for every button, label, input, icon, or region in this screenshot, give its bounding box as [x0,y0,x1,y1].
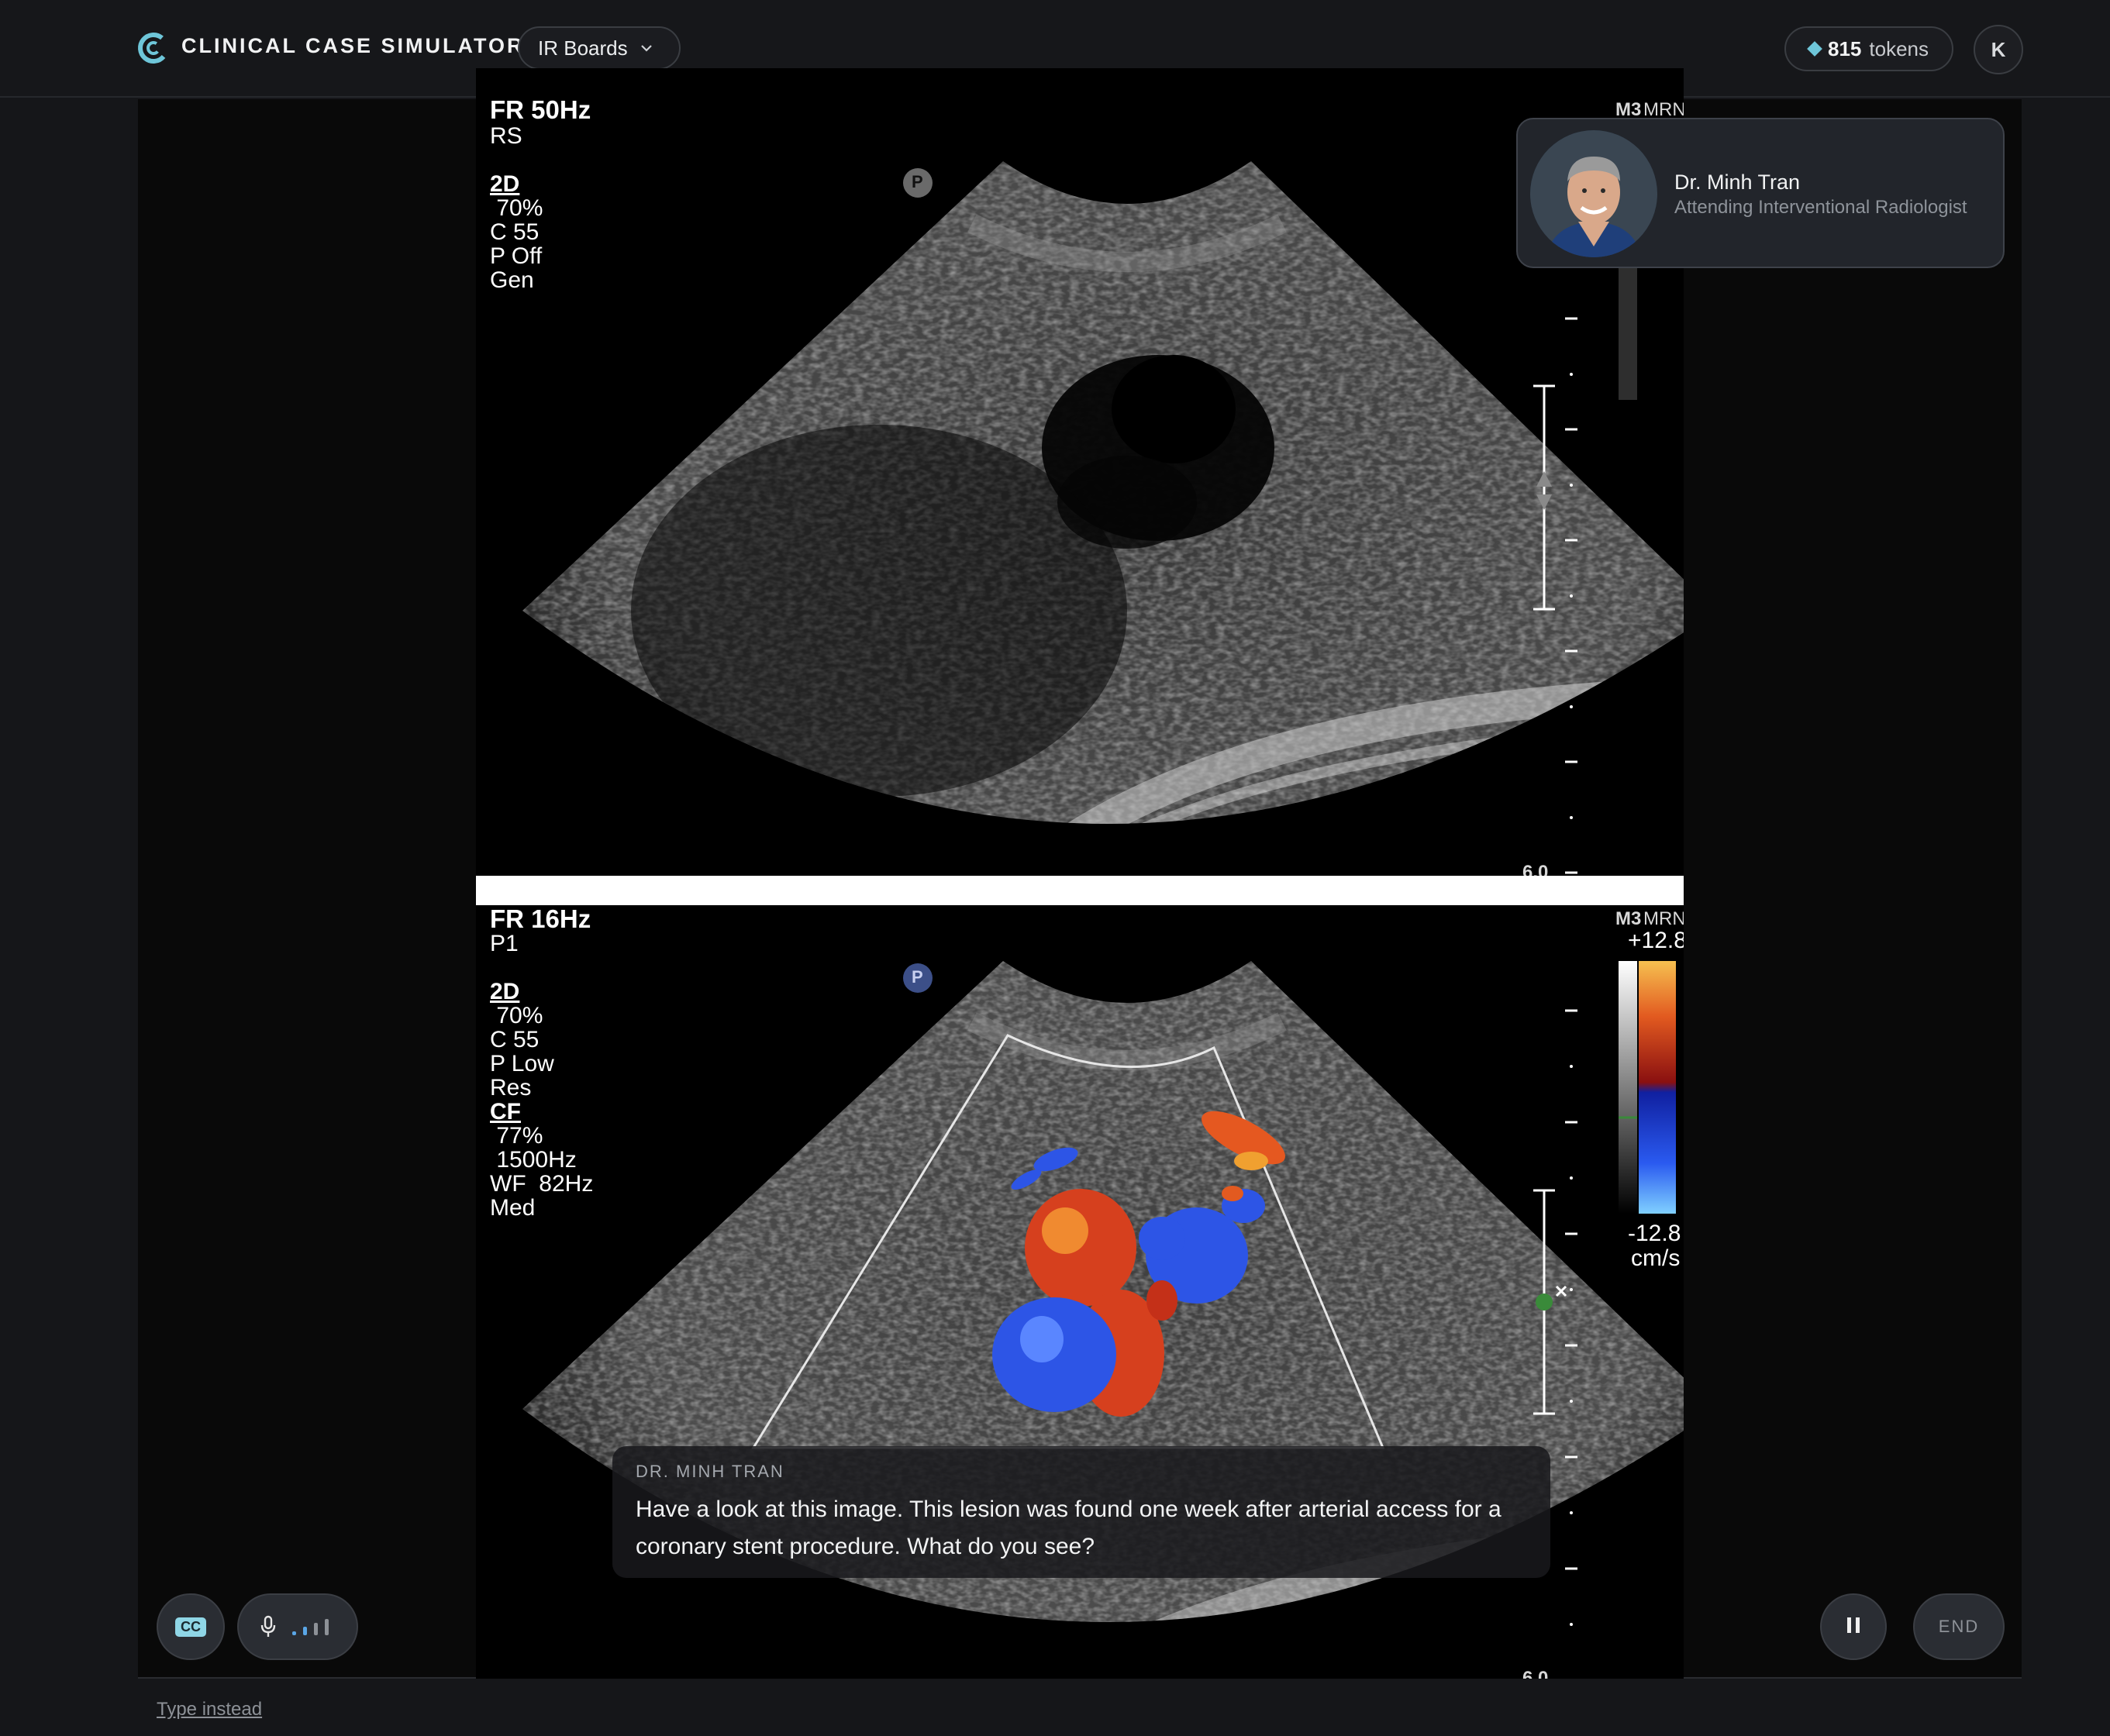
ultrasound-sector [522,161,1684,874]
probe-marker-label: P [912,172,923,191]
cc-icon: CC [175,1617,206,1637]
ultrasound-image-grayscale: FR 50Hz RS 2D 70% C 55 P Off Gen P M3 MR… [476,68,1684,876]
attending-role: Attending Interventional Radiologist [1674,197,1967,218]
frame-rate-label: FR 50Hz [490,95,591,124]
velocity-scale-max: +12.8 [1628,928,1684,953]
persistence-label: P Low [490,1051,554,1076]
cf-frequency-label: Med [490,1195,536,1221]
c-logo-icon[interactable] [136,31,171,65]
image-separator [476,876,1684,905]
attending-name: Dr. Minh Tran [1674,170,1801,194]
deck-select-label: IR Boards [538,36,628,60]
tokens-count: 815 [1828,36,1862,60]
color-mode-label: CF [490,1099,521,1125]
velocity-scale-min: -12.8 [1628,1221,1681,1246]
prf-label: 1500Hz [490,1147,577,1173]
frequency-label: Res [490,1075,532,1100]
audio-level-icon [292,1619,329,1635]
microphone-button[interactable] [237,1593,358,1660]
tokens-badge[interactable]: 815 tokens [1784,26,1953,71]
chevron-down-icon [640,45,652,52]
gain-label: 70% [490,195,543,221]
preset-label: P1 [490,931,519,956]
probe-marker-label: P [912,967,923,987]
tokens-unit: tokens [1869,36,1929,60]
caption-box: DR. MINH TRAN Have a look at this image.… [612,1446,1550,1578]
end-session-button[interactable]: END [1913,1593,2005,1660]
velocity-scale-unit: cm/s [1631,1245,1681,1271]
frame-rate-label: FR 16Hz [490,905,591,933]
mode-label: 2D [490,979,520,1004]
pause-button[interactable] [1820,1593,1887,1660]
caption-text: Have a look at this image. This lesion w… [636,1497,1501,1559]
persistence-label: P Off [490,243,543,269]
depth-label: 6.0 [1522,1668,1549,1679]
captions-toggle-button[interactable]: CC [157,1593,225,1660]
attending-card: Dr. Minh Tran Attending Interventional R… [1516,118,2005,268]
caption-speaker: DR. MINH TRAN [636,1462,784,1481]
contrast-label: C 55 [490,219,540,245]
deck-select[interactable]: IR Boards [518,26,681,70]
wall-filter-label: WF 82Hz [490,1171,594,1197]
attending-avatar [1530,130,1657,257]
diamond-icon [1807,41,1822,57]
app-title: CLINICAL CASE SIMULATOR [181,34,525,57]
pause-icon [1845,1617,1862,1637]
preset-label: RS [490,123,522,149]
microphone-icon [260,1615,276,1637]
cf-gain-label: 77% [490,1123,543,1149]
depth-label: 6.0 [1522,862,1549,876]
contrast-label: C 55 [490,1027,540,1052]
mi-label: M3 [1615,908,1642,929]
user-avatar-button[interactable]: K [1974,25,2023,74]
mode-label: 2D [490,171,520,197]
type-instead-link[interactable]: Type instead [157,1699,262,1720]
mrn-label: MRN: [1643,908,1684,929]
frequency-label: Gen [490,267,534,293]
gain-label: 70% [490,1003,543,1028]
